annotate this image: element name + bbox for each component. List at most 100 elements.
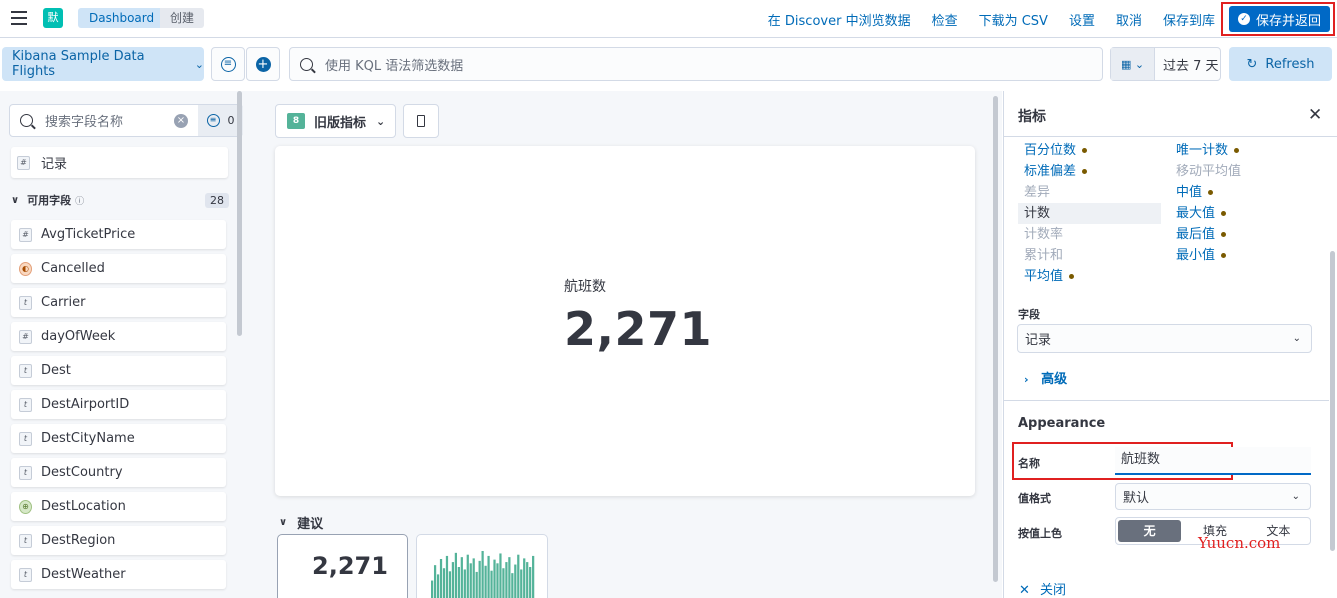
- field-item-label: Cancelled: [41, 261, 105, 276]
- color-option-none[interactable]: 无: [1118, 520, 1182, 542]
- advanced-toggle[interactable]: › 高级: [1024, 368, 1067, 387]
- suggestion-metric-card[interactable]: 2,271: [277, 534, 408, 598]
- field-item[interactable]: # AvgTicketPrice: [11, 220, 226, 249]
- filter-icon: ≡: [220, 56, 236, 72]
- name-input[interactable]: 航班数: [1115, 447, 1311, 475]
- cancel-link[interactable]: 取消: [1116, 10, 1142, 29]
- suggestion-bar: [490, 570, 493, 598]
- field-item[interactable]: ◐ Cancelled: [11, 254, 226, 283]
- suggestion-bar: [517, 554, 520, 598]
- advanced-label: 高级: [1041, 372, 1068, 387]
- suggestion-bar-chart: [431, 551, 535, 598]
- suggestion-bar: [448, 571, 452, 598]
- watermark-text: Yuucn.com: [1198, 534, 1281, 552]
- filter-icon: ≡: [206, 114, 220, 127]
- suggestion-bar: [454, 552, 457, 598]
- function-option[interactable]: 唯一计数: [1170, 140, 1313, 161]
- field-item-label: DestLocation: [41, 499, 126, 514]
- suggestion-bar: [505, 562, 508, 598]
- scrollbar[interactable]: [1330, 251, 1335, 551]
- kql-search-input[interactable]: 使用 KQL 语法筛选数据: [289, 47, 1103, 81]
- function-option[interactable]: 最大值: [1170, 203, 1313, 224]
- download-csv-link[interactable]: 下载为 CSV: [979, 10, 1048, 29]
- flyout-title: 指标: [1018, 109, 1046, 125]
- field-filter-count: 0: [227, 114, 235, 127]
- brush-icon: [417, 115, 425, 127]
- function-option[interactable]: 最小值: [1170, 245, 1313, 266]
- suggestion-bar: [457, 567, 460, 598]
- record-field-item[interactable]: # 记录: [11, 147, 228, 178]
- function-option[interactable]: 中值: [1170, 182, 1313, 203]
- explore-in-discover-link[interactable]: 在 Discover 中浏览数据: [768, 10, 911, 29]
- top-header: 默 Dashboard 创建 在 Discover 中浏览数据 检查 下载为 C…: [0, 0, 1337, 38]
- field-item[interactable]: t DestCityName: [11, 424, 226, 453]
- function-option[interactable]: 标准偏差: [1018, 161, 1161, 182]
- field-item[interactable]: t Carrier: [11, 288, 226, 317]
- add-filter-button[interactable]: +: [246, 47, 280, 81]
- metric-value: 2,271: [564, 302, 713, 356]
- field-item[interactable]: t DestAirportID: [11, 390, 226, 419]
- chart-type-switcher[interactable]: 8 旧版指标 ⌄: [275, 104, 396, 138]
- field-item[interactable]: t DestCountry: [11, 458, 226, 487]
- help-icon[interactable]: ⓘ: [75, 194, 84, 207]
- field-item[interactable]: t DestRegion: [11, 526, 226, 555]
- suggestion-bar: [493, 559, 496, 598]
- save-to-library-link[interactable]: 保存到库: [1163, 10, 1215, 29]
- field-item[interactable]: t DestWeather: [11, 560, 226, 589]
- inspect-link[interactable]: 检查: [932, 10, 958, 29]
- function-option[interactable]: 最后值: [1170, 224, 1313, 245]
- space-avatar[interactable]: 默: [43, 8, 63, 28]
- suggestion-bar: [478, 560, 481, 598]
- suggestion-bar: [433, 565, 437, 598]
- save-and-return-button[interactable]: ✓ 保存并返回: [1229, 6, 1330, 32]
- field-item[interactable]: t Dest: [11, 356, 226, 385]
- data-view-picker[interactable]: Kibana Sample Data Flights ⌄: [2, 47, 204, 81]
- settings-link[interactable]: 设置: [1069, 10, 1095, 29]
- suggestion-bar: [481, 551, 484, 598]
- function-option-label: 最小值: [1176, 248, 1216, 263]
- suggestion-bar: [445, 555, 449, 598]
- visualization-canvas[interactable]: 航班数 2,271: [275, 146, 975, 496]
- suggestion-bar-card[interactable]: [416, 534, 548, 598]
- keyword-type-icon: t: [19, 363, 32, 378]
- field-item-label: AvgTicketPrice: [41, 227, 136, 242]
- record-label: 记录: [41, 157, 68, 172]
- available-fields-header[interactable]: ∨ 可用字段 ⓘ 28: [11, 191, 229, 209]
- search-icon: [300, 57, 313, 71]
- field-select[interactable]: 记录 ⌄: [1017, 324, 1312, 353]
- function-option[interactable]: 计数: [1018, 203, 1161, 224]
- palette-button[interactable]: [403, 104, 439, 138]
- scrollbar[interactable]: [237, 91, 242, 336]
- suggestion-bar: [439, 559, 443, 598]
- chevron-down-icon: ⌄: [1291, 491, 1300, 502]
- refresh-button[interactable]: ↻ Refresh: [1229, 47, 1332, 81]
- suggestion-bar: [514, 564, 517, 598]
- function-option-label: 移动平均值: [1176, 164, 1242, 179]
- function-option: 累计和: [1018, 245, 1161, 266]
- function-option[interactable]: 平均值: [1018, 266, 1161, 287]
- value-format-select[interactable]: 默认 ⌄: [1115, 483, 1311, 510]
- suggestions-header[interactable]: ∨ 建议: [279, 513, 323, 532]
- refresh-label: Refresh: [1265, 56, 1315, 72]
- menu-icon[interactable]: [11, 11, 27, 25]
- suggestion-bar: [442, 568, 446, 598]
- field-required-dot-icon: [1208, 190, 1214, 195]
- field-search-input[interactable]: 搜索字段名称 × ≡ 0: [9, 104, 243, 137]
- close-icon[interactable]: ✕: [1308, 105, 1322, 125]
- suggestion-bar: [463, 569, 466, 598]
- close-flyout-button[interactable]: ✕ 关闭: [1019, 579, 1066, 598]
- chevron-down-icon: ∨: [11, 194, 20, 206]
- field-search-placeholder: 搜索字段名称: [45, 115, 124, 130]
- time-range-label[interactable]: 过去 7 天: [1155, 55, 1219, 74]
- scrollbar[interactable]: [993, 96, 998, 582]
- field-item[interactable]: # dayOfWeek: [11, 322, 226, 351]
- clear-icon[interactable]: ×: [174, 114, 188, 128]
- suggestion-bar: [511, 573, 514, 598]
- field-item[interactable]: ⊕ DestLocation: [11, 492, 226, 521]
- calendar-icon[interactable]: ▦ ⌄: [1111, 48, 1155, 80]
- filter-options-button[interactable]: ≡: [211, 47, 245, 81]
- date-picker[interactable]: ▦ ⌄ 过去 7 天: [1110, 47, 1221, 81]
- function-option[interactable]: 百分位数: [1018, 140, 1161, 161]
- metric-label: 航班数: [564, 279, 606, 295]
- search-icon: [20, 114, 33, 127]
